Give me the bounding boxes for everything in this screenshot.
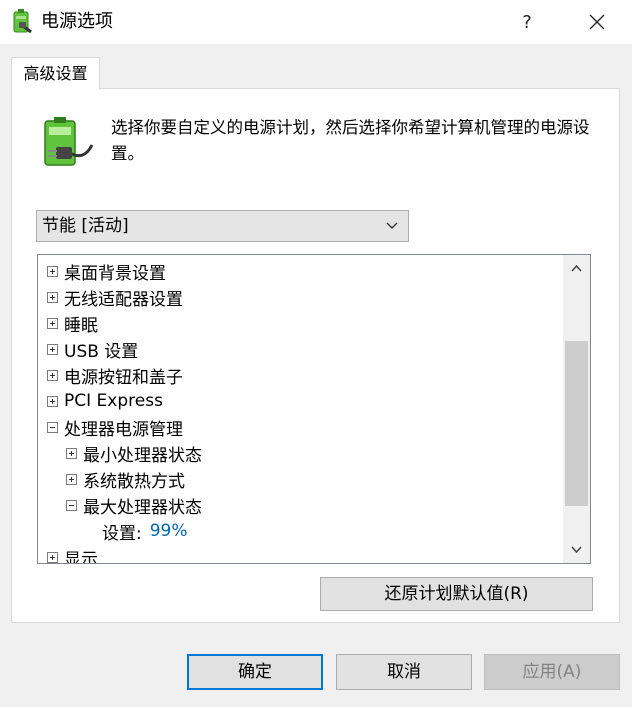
power-plan-selected: 节能 [活动]: [42, 216, 129, 236]
ok-button[interactable]: 确定: [187, 654, 323, 690]
tree-item-label: USB 设置: [64, 341, 139, 362]
expand-icon[interactable]: [47, 343, 58, 355]
expand-icon[interactable]: [66, 447, 77, 459]
expand-icon[interactable]: [47, 551, 58, 563]
tree-item-power-button-lid[interactable]: 电源按钮和盖子: [47, 362, 183, 388]
tree-item-sleep[interactable]: 睡眠: [47, 310, 98, 336]
vertical-scrollbar[interactable]: [563, 255, 590, 563]
close-button[interactable]: [569, 0, 625, 44]
setting-label: 设置:: [102, 523, 142, 544]
expand-icon[interactable]: [47, 291, 58, 303]
tree-item-processor-power[interactable]: 处理器电源管理: [47, 414, 183, 440]
tree-item-display[interactable]: 显示: [47, 544, 98, 564]
expand-icon[interactable]: [47, 395, 58, 407]
power-plan-dropdown[interactable]: 节能 [活动]: [36, 210, 409, 242]
tree-item-desktop-background[interactable]: 桌面背景设置: [47, 258, 166, 284]
tree-item-label: 最小处理器状态: [83, 445, 202, 466]
scroll-up-button[interactable]: [563, 255, 590, 281]
setting-value-link[interactable]: 99%: [150, 521, 188, 541]
expand-icon[interactable]: [47, 317, 58, 329]
tree-item-min-processor-state[interactable]: 最小处理器状态: [66, 440, 202, 466]
description-text: 选择你要自定义的电源计划，然后选择你希望计算机管理的电源设置。: [111, 118, 590, 163]
tree-item-label: 睡眠: [64, 315, 98, 336]
cancel-button[interactable]: 取消: [336, 654, 472, 690]
expand-icon[interactable]: [47, 265, 58, 277]
collapse-icon[interactable]: [47, 421, 58, 433]
battery-plug-icon: [44, 117, 94, 166]
tree-item-cooling-policy[interactable]: 系统散热方式: [66, 466, 185, 492]
window-title: 电源选项: [41, 11, 113, 32]
scroll-down-icon: [571, 546, 582, 554]
tree-item-label: 显示: [64, 549, 98, 564]
help-button[interactable]: ?: [499, 0, 555, 44]
collapse-icon[interactable]: [66, 499, 77, 511]
tree-item-label: 系统散热方式: [83, 471, 185, 492]
expand-icon[interactable]: [47, 369, 58, 381]
scroll-up-icon: [571, 264, 582, 272]
scroll-down-button[interactable]: [563, 537, 590, 563]
tree-item-usb[interactable]: USB 设置: [47, 336, 138, 362]
tree-item-label: 最大处理器状态: [83, 497, 202, 518]
scrollbar-thumb[interactable]: [565, 341, 588, 506]
tree-item-wireless-adapter[interactable]: 无线适配器设置: [47, 284, 183, 310]
restore-defaults-button[interactable]: 还原计划默认值(R): [320, 577, 593, 611]
apply-button[interactable]: 应用(A): [484, 654, 620, 690]
title-bar: 电源选项 ?: [0, 0, 632, 44]
tree-item-label: PCI Express: [64, 391, 163, 411]
tab-advanced-settings[interactable]: 高级设置: [11, 57, 100, 90]
tree-item-pci-express[interactable]: PCI Express: [47, 388, 163, 414]
settings-tree[interactable]: 桌面背景设置 无线适配器设置 睡眠 USB 设置 电源按钮和盖子 PCI Exp…: [37, 254, 591, 564]
tree-item-label: 桌面背景设置: [64, 263, 166, 284]
help-icon: ?: [522, 11, 532, 33]
tree-item-setting-value[interactable]: 设置: 99%: [102, 518, 188, 544]
expand-icon[interactable]: [66, 473, 77, 485]
tree-item-label: 电源按钮和盖子: [64, 367, 183, 388]
power-options-icon: [13, 9, 32, 34]
close-icon: [589, 14, 605, 30]
tree-item-label: 处理器电源管理: [64, 419, 183, 440]
tree-item-max-processor-state[interactable]: 最大处理器状态: [66, 492, 202, 518]
chevron-down-icon: [386, 222, 398, 229]
tree-item-label: 无线适配器设置: [64, 289, 183, 310]
